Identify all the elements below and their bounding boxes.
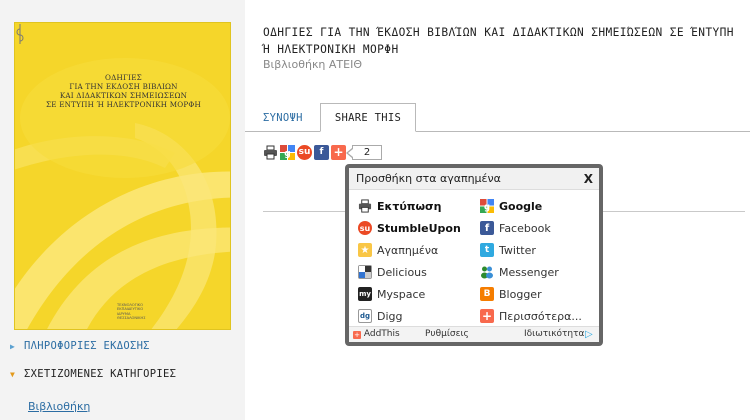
close-button[interactable]: X (584, 168, 593, 190)
share-popup-title: Προσθήκη στα αγαπημένα (356, 172, 501, 185)
service-blogger[interactable]: B Blogger (480, 286, 542, 302)
tab-share-this[interactable]: SHARE THIS (320, 103, 416, 132)
service-label: Delicious (377, 265, 427, 279)
service-label: Εκτύπωση (377, 199, 442, 213)
share-popup-body: Προσθήκη στα αγαπημένα X Εκτύπωση su Stum… (349, 168, 599, 342)
myspace-icon: my (358, 287, 372, 301)
cover-title: ΟΔΗΓΙΕΣ ΓΙΑ ΤΗΝ ΕΚΔΟΣΗ ΒΙΒΛΙΩΝ ΚΑΙ ΔΙΔΑΚ… (15, 73, 230, 109)
publication-info-toggle[interactable]: ▶ ΠΛΗΡΟΦΟΡΙΕΣ ΕΚΔΟΣΗΣ (10, 340, 150, 352)
service-label: Twitter (499, 243, 536, 257)
service-label: Αγαπημένα (377, 243, 439, 257)
service-label: Blogger (499, 287, 542, 301)
facebook-icon: f (480, 221, 494, 235)
print-icon (358, 199, 372, 213)
service-print[interactable]: Εκτύπωση (358, 198, 441, 214)
document-title: ΟΔΗΓΙΕΣ ΓΙΑ ΤΗΝ ΈΚΔΟΣΗ ΒΙΒΛΊΩΝ ΚΑΙ ΔΙΔΑΚ… (263, 26, 734, 56)
left-column: ΟΔΗΓΙΕΣ ΓΙΑ ΤΗΝ ΕΚΔΟΣΗ ΒΙΒΛΙΩΝ ΚΑΙ ΔΙΔΑΚ… (0, 0, 245, 420)
library-category-link[interactable]: Βιβλιοθήκη (28, 400, 90, 413)
google-icon[interactable]: g (280, 144, 295, 160)
messenger-icon (480, 265, 494, 279)
svg-text:g: g (284, 149, 290, 159)
svg-text:g: g (484, 201, 490, 211)
institution-logo-icon (16, 24, 24, 44)
settings-link[interactable]: Ρυθμίσεις (425, 327, 469, 342)
digg-icon: dg (358, 309, 372, 323)
blogger-icon: B (480, 287, 494, 301)
stumbleupon-icon[interactable]: su (297, 144, 312, 160)
publication-info-label: ΠΛΗΡΟΦΟΡΙΕΣ ΕΚΔΟΣΗΣ (24, 340, 150, 352)
book-cover[interactable]: ΟΔΗΓΙΕΣ ΓΙΑ ΤΗΝ ΕΚΔΟΣΗ ΒΙΒΛΙΩΝ ΚΑΙ ΔΙΔΑΚ… (14, 22, 231, 330)
share-popup: Προσθήκη στα αγαπημένα X Εκτύπωση su Stum… (345, 164, 603, 346)
tab-summary[interactable]: ΣΥΝΟΨΗ (263, 112, 303, 124)
service-label: Facebook (499, 221, 551, 235)
addthis-brand-label: AddThis (363, 329, 400, 339)
service-label: Messenger (499, 265, 559, 279)
service-messenger[interactable]: Messenger (480, 264, 559, 280)
share-count-badge[interactable]: 2 (346, 144, 382, 160)
addthis-plus-icon[interactable]: + (331, 144, 346, 160)
service-facebook[interactable]: f Facebook (480, 220, 551, 236)
addthis-brand-link[interactable]: + AddThis (353, 327, 400, 342)
cover-title-line: ΚΑΙ ΔΙΔΑΚΤΙΚΩΝ ΣΗΜΕΙΩΣΕΩΝ (59, 91, 188, 100)
cover-title-line: ΓΙΑ ΤΗΝ ΕΚΔΟΣΗ ΒΙΒΛΙΩΝ (69, 82, 178, 91)
print-icon[interactable] (263, 144, 278, 160)
service-myspace[interactable]: my Myspace (358, 286, 425, 302)
google-icon: g (480, 199, 494, 213)
service-label: Digg (377, 309, 403, 323)
triangle-right-icon: ▶ (10, 342, 16, 351)
service-label: Myspace (377, 287, 426, 301)
cover-swirl-graphic (15, 23, 230, 329)
star-icon: ★ (358, 243, 372, 257)
privacy-link[interactable]: Ιδιωτικότητα (524, 327, 585, 342)
service-more[interactable]: + Περισσότερα... (480, 308, 582, 324)
stumbleupon-icon: su (358, 221, 372, 235)
share-popup-footer: + AddThis Ρυθμίσεις Ιδιωτικότητα ▷ (349, 326, 599, 342)
service-twitter[interactable]: t Twitter (480, 242, 536, 258)
addthis-plus-icon: + (353, 331, 361, 339)
cover-title-line: ΣΕ ΕΝΤΥΠΗ Ή ΗΛΕΚΤΡΟΝΙΚΗ ΜΟΡΦΗ (46, 100, 201, 109)
triangle-down-icon: ▼ (10, 370, 16, 379)
service-stumbleupon[interactable]: su StumbleUpon (358, 220, 461, 236)
service-delicious[interactable]: Delicious (358, 264, 427, 280)
service-google[interactable]: g Google (480, 198, 542, 214)
cover-logo-text: ΤΕΧΝΟΛΟΓΙΚΟ ΕΚΠΑΙΔΕΥΤΙΚΟ ΙΔΡΥΜΑ ΘΕΣΣΑΛΟΝ… (117, 303, 145, 320)
addthis-plus-icon: + (480, 309, 494, 323)
related-categories-label: ΣΧΕΤΙΖΟΜΕΝΕΣ ΚΑΤΗΓΟΡΙΕΣ (24, 368, 177, 380)
delicious-icon (358, 265, 372, 279)
service-label: Google (499, 199, 543, 213)
document-publisher: Βιβλιοθήκη ΑΤΕΙΘ (263, 58, 362, 71)
service-label: StumbleUpon (377, 221, 461, 235)
cover-title-line: ΟΔΗΓΙΕΣ (105, 73, 142, 82)
service-label: Περισσότερα... (499, 309, 582, 323)
play-arrow-icon[interactable]: ▷ (585, 327, 593, 342)
share-popup-header: Προσθήκη στα αγαπημένα X (349, 168, 599, 190)
service-digg[interactable]: dg Digg (358, 308, 403, 324)
service-favorites[interactable]: ★ Αγαπημένα (358, 242, 438, 258)
facebook-icon[interactable]: f (314, 144, 329, 160)
share-toolbar: g su f + 2 (263, 144, 382, 160)
cover-logo-line: ΕΚΠΑΙΔΕΥΤΙΚΟ (117, 307, 144, 312)
related-categories-toggle[interactable]: ▼ ΣΧΕΤΙΖΟΜΕΝΕΣ ΚΑΤΗΓΟΡΙΕΣ (10, 368, 176, 380)
cover-logo-line: ΘΕΣΣΑΛΟΝΙΚΗΣ (117, 315, 146, 320)
twitter-icon: t (480, 243, 494, 257)
